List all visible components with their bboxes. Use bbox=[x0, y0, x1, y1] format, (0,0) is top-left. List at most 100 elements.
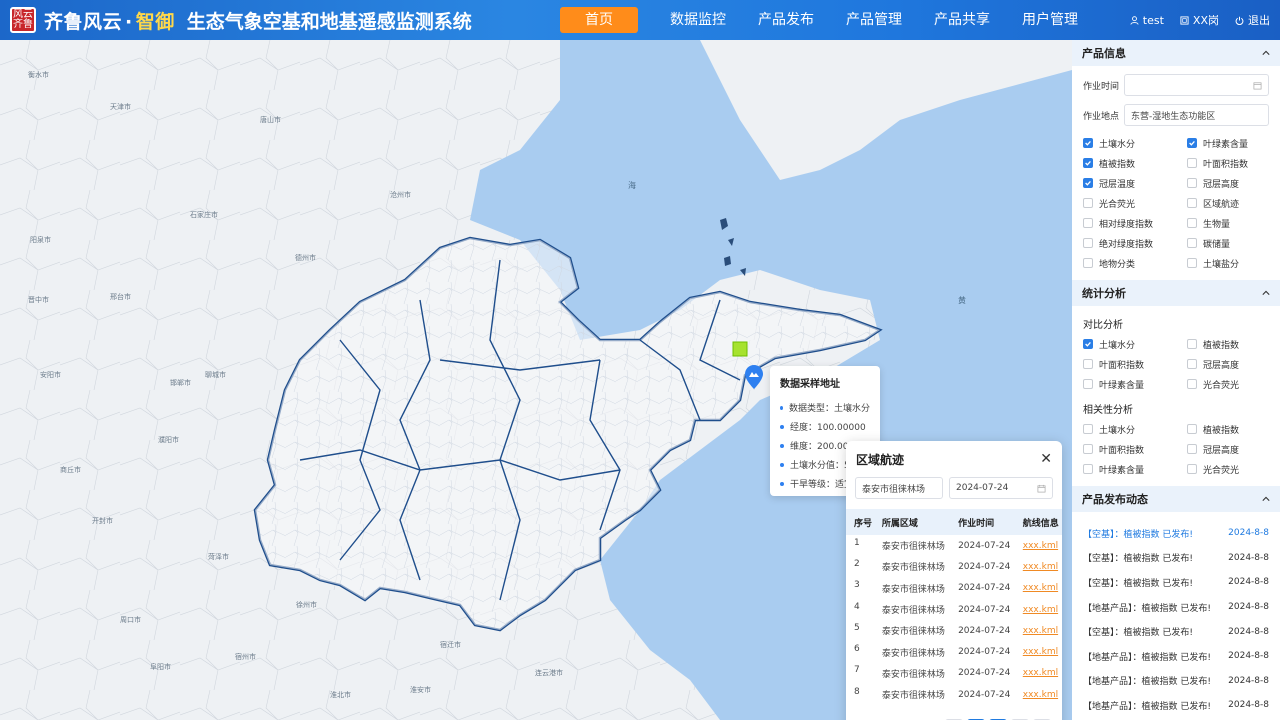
checkbox-option[interactable]: 光合荧光 bbox=[1187, 462, 1277, 476]
checkbox-option[interactable]: 绝对绿度指数 bbox=[1083, 236, 1187, 250]
checkbox-option[interactable]: 土壤水分 bbox=[1083, 136, 1187, 150]
row-route-file[interactable]: xxx.kml bbox=[1015, 663, 1062, 684]
work-time-input[interactable] bbox=[1124, 74, 1269, 96]
row-route-file[interactable]: xxx.kml bbox=[1015, 578, 1062, 599]
section-header-stats[interactable]: 统计分析 bbox=[1072, 280, 1280, 306]
checkbox-option[interactable]: 土壤水分 bbox=[1083, 422, 1187, 436]
checkbox-icon[interactable] bbox=[1083, 424, 1093, 434]
row-route-file[interactable]: xxx.kml bbox=[1015, 641, 1062, 662]
table-row[interactable]: 1 泰安市徂徕林场 2024-07-24 xxx.kml bbox=[846, 535, 1062, 556]
checkbox-option[interactable]: 叶面积指数 bbox=[1083, 442, 1187, 456]
checkbox-option[interactable]: 植被指数 bbox=[1083, 156, 1187, 170]
section-header-news[interactable]: 产品发布动态 bbox=[1072, 486, 1280, 512]
close-icon[interactable]: ✕ bbox=[1040, 451, 1052, 467]
checkbox-icon[interactable] bbox=[1083, 218, 1093, 228]
news-item[interactable]: 【地基产品】：植被指数 已发布! 2024-8-8 bbox=[1083, 644, 1269, 669]
checkbox-option[interactable]: 植被指数 bbox=[1187, 337, 1277, 351]
nav-home[interactable]: 首页 bbox=[560, 7, 638, 33]
checkbox-icon[interactable] bbox=[1083, 198, 1093, 208]
checkbox-icon[interactable] bbox=[1083, 359, 1093, 369]
city-label: 德州市 bbox=[295, 254, 316, 262]
checkbox-icon[interactable] bbox=[1187, 359, 1197, 369]
region-select[interactable]: 泰安市徂徕林场 bbox=[855, 477, 943, 499]
checkbox-icon[interactable] bbox=[1187, 379, 1197, 389]
checkbox-option[interactable]: 生物量 bbox=[1187, 216, 1277, 230]
checkbox-icon[interactable] bbox=[1083, 258, 1093, 268]
row-route-file[interactable]: xxx.kml bbox=[1015, 556, 1062, 577]
checkbox-option[interactable]: 冠层高度 bbox=[1187, 176, 1277, 190]
checkbox-icon[interactable] bbox=[1187, 424, 1197, 434]
row-route-file[interactable]: xxx.kml bbox=[1015, 684, 1062, 705]
sample-area[interactable] bbox=[732, 341, 748, 357]
checkbox-option[interactable]: 叶绿素含量 bbox=[1083, 462, 1187, 476]
table-row[interactable]: 8 泰安市徂徕林场 2024-07-24 xxx.kml bbox=[846, 684, 1062, 705]
nav-product-manage[interactable]: 产品管理 bbox=[830, 7, 918, 33]
news-item[interactable]: 【地基产品】：植被指数 已发布! 2024-8-8 bbox=[1083, 693, 1269, 718]
logout-button[interactable]: 退出 bbox=[1235, 12, 1270, 28]
table-row[interactable]: 7 泰安市徂徕林场 2024-07-24 xxx.kml bbox=[846, 663, 1062, 684]
row-route-file[interactable]: xxx.kml bbox=[1015, 599, 1062, 620]
news-item[interactable]: 【空基】：植被指数 已发布! 2024-8-8 bbox=[1083, 546, 1269, 571]
checkbox-option[interactable]: 冠层温度 bbox=[1083, 176, 1187, 190]
checkbox-icon[interactable] bbox=[1083, 464, 1093, 474]
checkbox-option[interactable]: 碳储量 bbox=[1187, 236, 1277, 250]
checkbox-option[interactable]: 叶绿素含量 bbox=[1083, 377, 1187, 391]
checkbox-icon[interactable] bbox=[1187, 339, 1197, 349]
row-route-file[interactable]: xxx.kml bbox=[1015, 620, 1062, 641]
news-item[interactable]: 【地基产品】：植被指数 已发布! 2024-8-8 bbox=[1083, 669, 1269, 694]
checkbox-icon[interactable] bbox=[1083, 379, 1093, 389]
checkbox-option[interactable]: 冠层高度 bbox=[1187, 357, 1277, 371]
checkbox-option[interactable]: 土壤盐分 bbox=[1187, 256, 1277, 270]
table-row[interactable]: 6 泰安市徂徕林场 2024-07-24 xxx.kml bbox=[846, 641, 1062, 662]
table-row[interactable]: 4 泰安市徂徕林场 2024-07-24 xxx.kml bbox=[846, 599, 1062, 620]
checkbox-option[interactable]: 冠层高度 bbox=[1187, 442, 1277, 456]
checkbox-icon[interactable] bbox=[1187, 464, 1197, 474]
checkbox-checked-icon[interactable] bbox=[1083, 138, 1093, 148]
section-header-product-info[interactable]: 产品信息 bbox=[1072, 40, 1280, 66]
checkbox-option[interactable]: 相对绿度指数 bbox=[1083, 216, 1187, 230]
checkbox-option[interactable]: 区域航迹 bbox=[1187, 196, 1277, 210]
checkbox-icon[interactable] bbox=[1187, 198, 1197, 208]
checkbox-option[interactable]: 地物分类 bbox=[1083, 256, 1187, 270]
work-place-input[interactable]: 东营-湿地生态功能区 bbox=[1124, 104, 1269, 126]
checkbox-icon[interactable] bbox=[1187, 178, 1197, 188]
news-item[interactable]: 【空基】：植被指数 已发布! 2024-8-8 bbox=[1083, 521, 1269, 546]
checkbox-option[interactable]: 土壤水分 bbox=[1083, 337, 1187, 351]
location-pin-icon[interactable] bbox=[745, 365, 763, 389]
org-menu[interactable]: XX岗 bbox=[1180, 12, 1219, 28]
checkbox-option[interactable]: 叶绿素含量 bbox=[1187, 136, 1277, 150]
row-route-file[interactable]: xxx.kml bbox=[1015, 535, 1062, 556]
map-view[interactable]: 衡水市 天津市 石家庄市 阳泉市 邢台市 晋中市 邯郸市 德州市 聊城市 濮阳市… bbox=[0, 40, 1072, 720]
checkbox-icon[interactable] bbox=[1187, 258, 1197, 268]
nav-product-publish[interactable]: 产品发布 bbox=[742, 7, 830, 33]
news-item[interactable]: 【空基】：植被指数 已发布! 2024-8-8 bbox=[1083, 570, 1269, 595]
row-time: 2024-07-24 bbox=[958, 625, 1011, 636]
checkbox-option[interactable]: 叶面积指数 bbox=[1187, 156, 1277, 170]
checkbox-icon[interactable] bbox=[1187, 158, 1197, 168]
date-picker[interactable]: 2024-07-24 bbox=[949, 477, 1053, 499]
nav-product-share[interactable]: 产品共享 bbox=[918, 7, 1006, 33]
checkbox-icon[interactable] bbox=[1187, 444, 1197, 454]
checkbox-option[interactable]: 叶面积指数 bbox=[1083, 357, 1187, 371]
checkbox-icon[interactable] bbox=[1187, 218, 1197, 228]
nav-user-manage[interactable]: 用户管理 bbox=[1006, 7, 1094, 33]
checkbox-icon[interactable] bbox=[1083, 444, 1093, 454]
table-row[interactable]: 3 泰安市徂徕林场 2024-07-24 xxx.kml bbox=[846, 578, 1062, 599]
checkbox-icon[interactable] bbox=[1083, 238, 1093, 248]
row-time: 2024-07-24 bbox=[958, 604, 1011, 615]
checkbox-checked-icon[interactable] bbox=[1083, 158, 1093, 168]
checkbox-checked-icon[interactable] bbox=[1083, 178, 1093, 188]
nav-data-monitor[interactable]: 数据监控 bbox=[654, 7, 742, 33]
checkbox-option[interactable]: 光合荧光 bbox=[1187, 377, 1277, 391]
news-item[interactable]: 【地基产品】：植被指数 已发布! 2024-8-8 bbox=[1083, 595, 1269, 620]
user-menu[interactable]: test bbox=[1130, 14, 1164, 27]
checkbox-option[interactable]: 植被指数 bbox=[1187, 422, 1277, 436]
checkbox-checked-icon[interactable] bbox=[1187, 138, 1197, 148]
checkbox-icon[interactable] bbox=[1187, 238, 1197, 248]
table-row[interactable]: 2 泰安市徂徕林场 2024-07-24 xxx.kml bbox=[846, 556, 1062, 577]
sample-popup-title: 数据采样地址 bbox=[780, 379, 840, 390]
table-row[interactable]: 5 泰安市徂徕林场 2024-07-24 xxx.kml bbox=[846, 620, 1062, 641]
checkbox-checked-icon[interactable] bbox=[1083, 339, 1093, 349]
news-item[interactable]: 【空基】：植被指数 已发布! 2024-8-8 bbox=[1083, 619, 1269, 644]
checkbox-option[interactable]: 光合荧光 bbox=[1083, 196, 1187, 210]
